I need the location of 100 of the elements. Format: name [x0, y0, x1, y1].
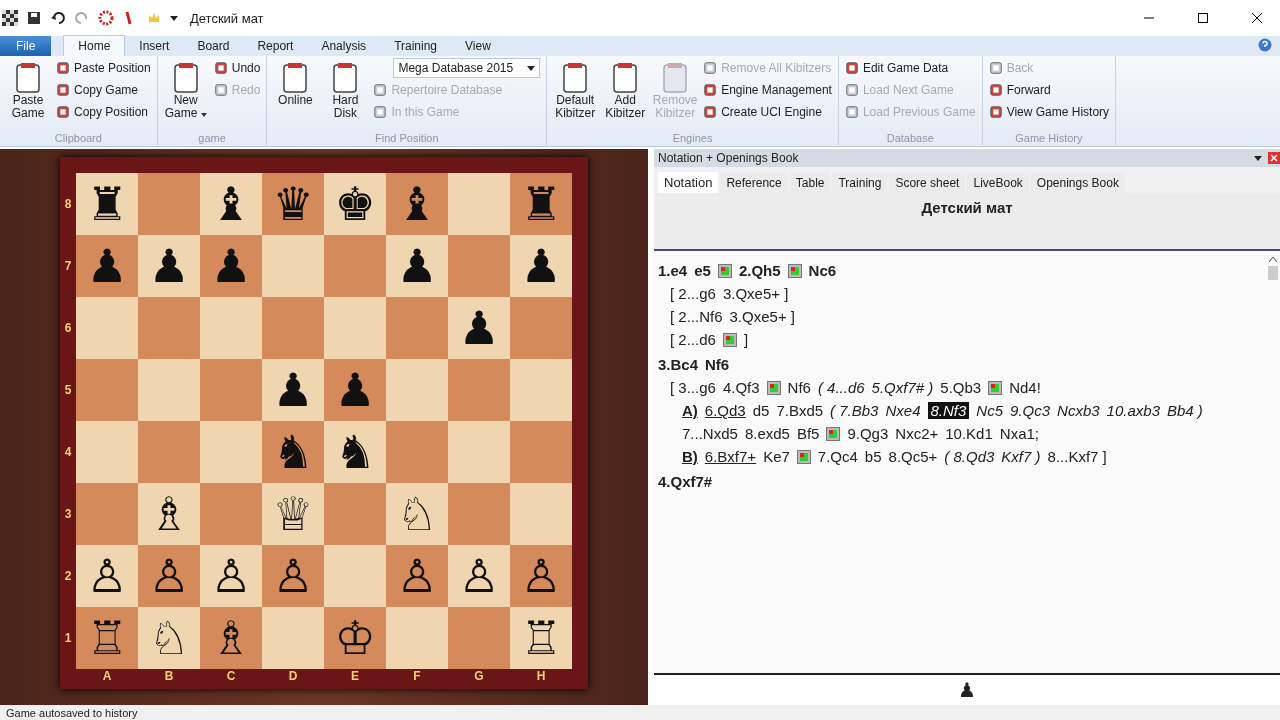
move-text[interactable]: ]	[743, 331, 749, 348]
board-square[interactable]: ♝	[200, 173, 262, 235]
move-text[interactable]: 5.Qxf7# )	[871, 379, 934, 396]
ribbon-tab[interactable]: Home	[63, 35, 126, 56]
ribbon-button[interactable]: Paste Position	[56, 58, 151, 78]
board-square[interactable]: ♙	[448, 545, 510, 607]
diagram-icon[interactable]	[988, 380, 1003, 395]
move-text[interactable]: 1.e4	[658, 262, 688, 279]
board-square[interactable]	[138, 359, 200, 421]
close-icon[interactable]	[1252, 13, 1262, 23]
ribbon-tab[interactable]: Analysis	[307, 36, 381, 56]
move-text[interactable]: d5	[752, 402, 770, 419]
ribbon-button[interactable]: Undo	[213, 58, 261, 78]
move-text[interactable]: Bb4 )	[1167, 402, 1203, 419]
ribbon-button[interactable]: Hard Disk	[323, 58, 368, 120]
board-square[interactable]: ♖	[76, 607, 138, 669]
chess-piece[interactable]: ♟	[458, 305, 500, 351]
move-text[interactable]: Nxe4	[885, 402, 921, 419]
board-square[interactable]: ♟	[386, 235, 448, 297]
diagram-icon[interactable]	[766, 380, 781, 395]
move-text[interactable]: 8.exd5	[744, 425, 790, 442]
board-square[interactable]: ♟	[200, 235, 262, 297]
panel-tab[interactable]: Training	[832, 173, 888, 193]
chess-piece[interactable]: ♔	[334, 615, 376, 661]
move-text[interactable]: 6.Bxf7+	[704, 448, 757, 465]
chess-piece[interactable]: ♗	[148, 491, 190, 537]
ribbon-button[interactable]: Default Kibitzer	[553, 58, 598, 120]
board-square[interactable]	[76, 483, 138, 545]
maximize-icon[interactable]	[1198, 13, 1208, 23]
chess-piece[interactable]: ♞	[272, 429, 314, 475]
chess-piece[interactable]: ♝	[396, 181, 438, 227]
move-text[interactable]: 8...Kxf7 ]	[1047, 448, 1107, 465]
board-square[interactable]	[76, 297, 138, 359]
move-text[interactable]: Bf5	[796, 425, 820, 442]
chess-piece[interactable]: ♙	[210, 553, 252, 599]
move-text[interactable]: b5	[864, 448, 882, 465]
board-square[interactable]	[386, 297, 448, 359]
board-square[interactable]	[510, 483, 572, 545]
diagram-icon[interactable]	[826, 426, 841, 441]
move-text[interactable]: Nf6	[705, 356, 730, 373]
chess-piece[interactable]: ♜	[86, 181, 128, 227]
chess-piece[interactable]: ♙	[396, 553, 438, 599]
chess-piece[interactable]: ♘	[148, 615, 190, 661]
board-square[interactable]: ♝	[386, 173, 448, 235]
chess-piece[interactable]: ♙	[272, 553, 314, 599]
move-text[interactable]: ( 8.Qd3	[944, 448, 995, 465]
chess-piece[interactable]: ♟	[520, 243, 562, 289]
move-text[interactable]: Ncxb3	[1057, 402, 1100, 419]
chess-piece[interactable]: ♚	[334, 181, 376, 227]
move-text[interactable]: 5.Qb3	[940, 379, 982, 396]
move-text[interactable]: 3.Qxe5+ ]	[729, 308, 795, 325]
save-icon[interactable]	[26, 10, 42, 26]
board-square[interactable]: ♙	[262, 545, 324, 607]
board-square[interactable]	[386, 359, 448, 421]
board-square[interactable]	[262, 297, 324, 359]
move-text[interactable]: Nc6	[808, 262, 837, 279]
ribbon-button[interactable]: Engine Management	[703, 80, 832, 100]
scroll-thumb[interactable]	[1268, 266, 1278, 280]
panel-tab[interactable]: Openings Book	[1030, 173, 1125, 193]
chess-piece[interactable]: ♗	[210, 615, 252, 661]
ribbon-button[interactable]: Paste Game	[6, 58, 50, 120]
chess-piece[interactable]: ♘	[396, 491, 438, 537]
board-square[interactable]	[138, 421, 200, 483]
ribbon-button[interactable]: View Game History	[988, 102, 1110, 122]
board-square[interactable]	[76, 421, 138, 483]
move-text[interactable]: 10.Kd1	[945, 425, 993, 442]
chess-piece[interactable]: ♖	[520, 615, 562, 661]
board-square[interactable]	[200, 483, 262, 545]
move-text[interactable]: Kxf7 )	[1001, 448, 1041, 465]
redo-icon[interactable]	[74, 10, 90, 26]
chess-piece[interactable]: ♖	[86, 615, 128, 661]
chess-piece[interactable]: ♙	[520, 553, 562, 599]
ribbon-button[interactable]: Online	[273, 58, 318, 107]
caret-icon[interactable]	[1254, 155, 1262, 161]
panel-tab[interactable]: LiveBook	[967, 173, 1029, 193]
move-text[interactable]: e5	[694, 262, 711, 279]
chess-piece[interactable]: ♝	[210, 181, 252, 227]
chess-piece[interactable]: ♞	[334, 429, 376, 475]
move-text[interactable]: 4.Qf3	[722, 379, 760, 396]
move-text[interactable]: 9.Qc3	[1010, 402, 1051, 419]
diagram-icon[interactable]	[722, 332, 737, 347]
board-square[interactable]	[324, 297, 386, 359]
board-square[interactable]: ♟	[262, 359, 324, 421]
ribbon-button[interactable]: New Game	[163, 58, 208, 120]
ribbon-tab[interactable]: Insert	[125, 36, 184, 56]
move-text[interactable]: ( 4...d6	[817, 379, 865, 396]
board-square[interactable]: ♙	[386, 545, 448, 607]
board-square[interactable]: ♚	[324, 173, 386, 235]
caret-icon[interactable]	[170, 15, 178, 21]
move-text[interactable]: Nd4!	[1009, 379, 1041, 396]
chess-piece[interactable]: ♜	[520, 181, 562, 227]
ribbon-button[interactable]: Forward	[988, 80, 1110, 100]
ribbon-button[interactable]: Copy Game	[56, 80, 151, 100]
ribbon-tab[interactable]: Report	[243, 36, 308, 56]
board-square[interactable]	[448, 359, 510, 421]
board-square[interactable]: ♜	[510, 173, 572, 235]
diagram-icon[interactable]	[796, 449, 811, 464]
board-square[interactable]	[262, 607, 324, 669]
ribbon-button[interactable]: Create UCI Engine	[703, 102, 832, 122]
board-square[interactable]: ♙	[76, 545, 138, 607]
